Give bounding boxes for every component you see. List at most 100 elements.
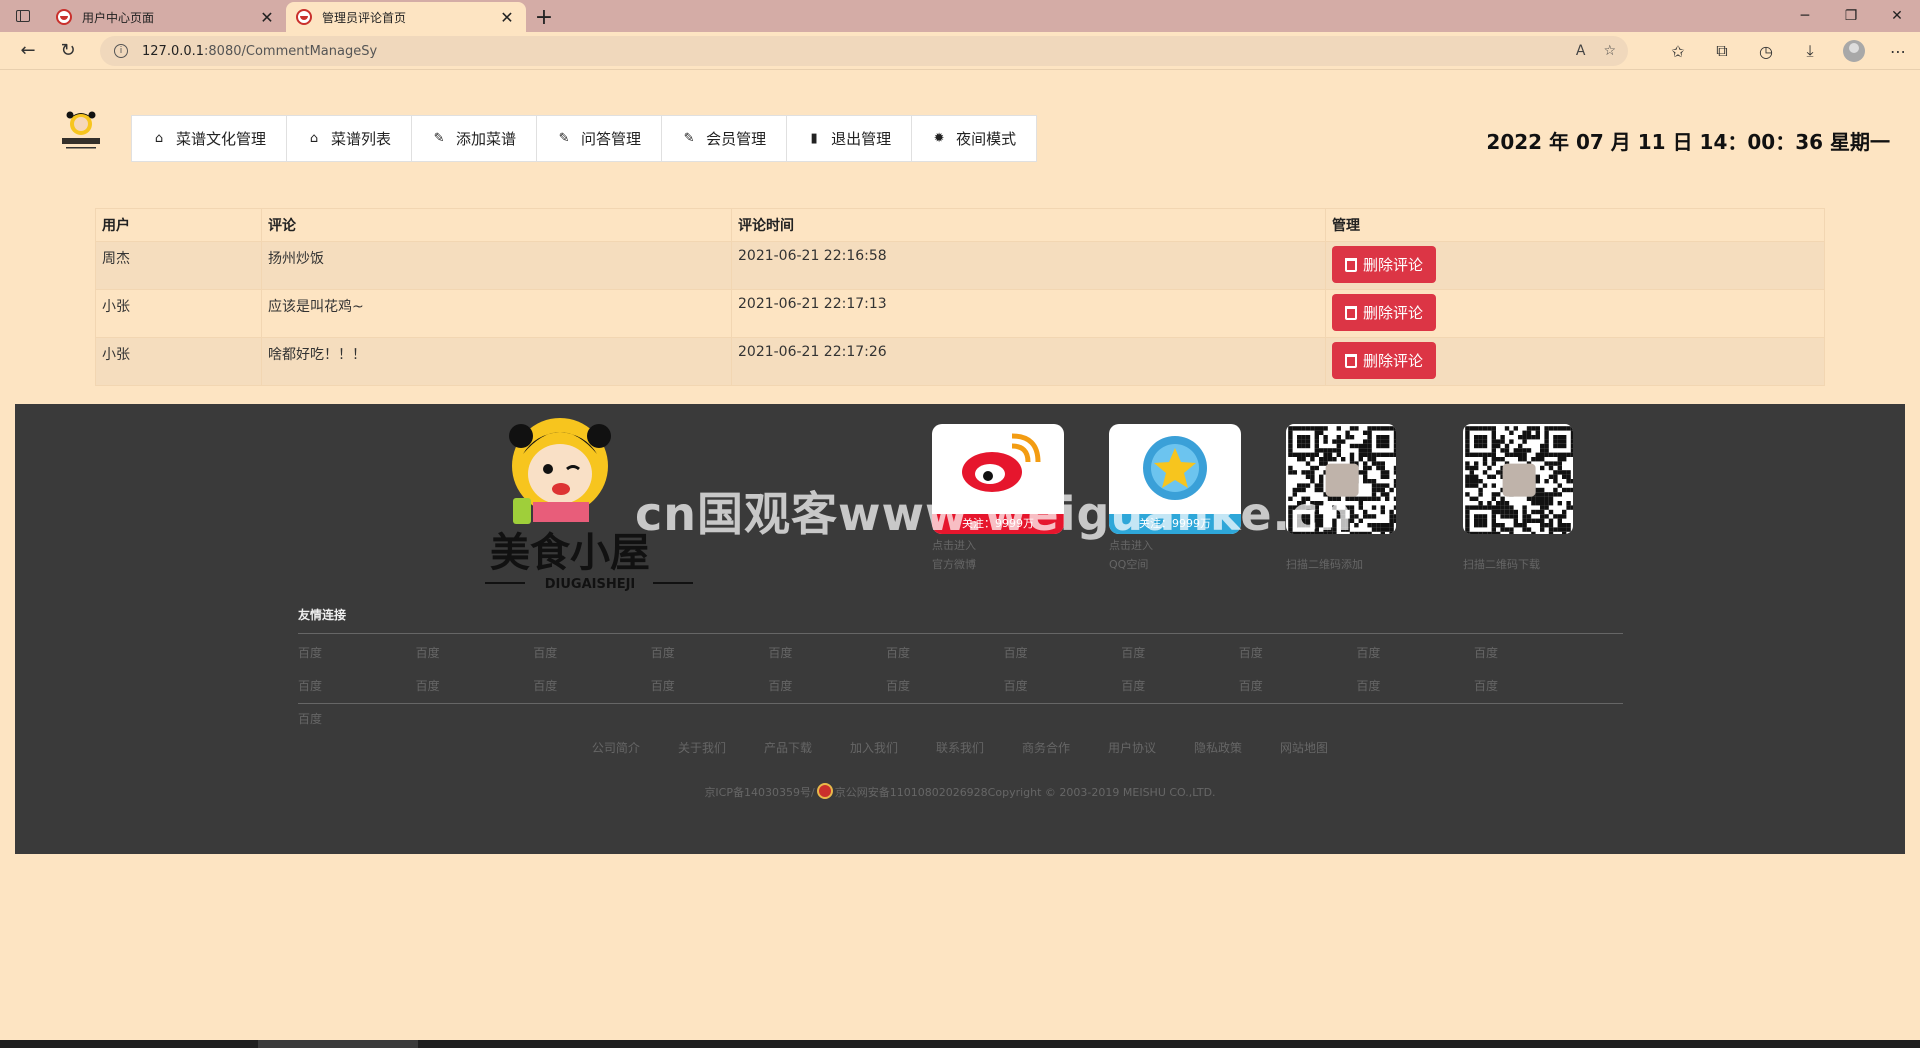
nav-item-label: 问答管理 [581, 130, 642, 148]
site-logo-icon[interactable] [58, 108, 104, 152]
footer-nav-link[interactable]: 网站地图 [1280, 741, 1328, 755]
nav-item-6[interactable]: ✹ 夜间模式 [911, 115, 1038, 162]
friend-link[interactable]: 百度 [651, 677, 675, 694]
add-favorite-icon[interactable]: ☆ [1603, 43, 1616, 59]
cell-time: 2021-06-21 22:17:13 [731, 289, 1326, 338]
friend-link[interactable]: 百度 [886, 677, 910, 694]
table-row: 周杰 扬州炒饭 2021-06-21 22:16:58 删除评论 [95, 241, 1825, 290]
nav-item-label: 会员管理 [706, 130, 767, 148]
profile-avatar-icon[interactable] [1843, 40, 1865, 62]
nav-item-3[interactable]: ✎ 问答管理 [536, 115, 663, 162]
qr-caption-add: 扫描二维码添加 [1286, 558, 1363, 571]
nav-item-label: 夜间模式 [956, 130, 1017, 148]
weibo-line2: 官方微博 [932, 558, 976, 571]
friend-link[interactable]: 百度 [1239, 644, 1263, 661]
copyright-text: 京公网安备11010802026928Copyright © 2003-2019… [834, 786, 1216, 799]
friend-link[interactable]: 百度 [298, 677, 322, 694]
footer-nav-link[interactable]: 加入我们 [850, 741, 898, 755]
friend-link[interactable]: 百度 [768, 677, 792, 694]
cell-comment: 扬州炒饭 [261, 241, 732, 290]
tab-title: 管理员评论首页 [322, 10, 407, 25]
main-nav: ⌂ 菜谱文化管理 ⌂ 菜谱列表 ✎ 添加菜谱 ✎ 问答管理 ✎ 会员管理 ▮ 退出管理 ✹ 夜间模式 [131, 115, 1038, 162]
read-aloud-icon[interactable]: A [1576, 43, 1586, 59]
delete-comment-button[interactable]: 删除评论 [1332, 246, 1437, 283]
tab-actions-icon[interactable] [0, 0, 46, 32]
friend-link[interactable]: 百度 [1474, 644, 1498, 661]
pencil-icon: ✎ [433, 131, 445, 146]
divider [298, 633, 1623, 634]
footer-nav-link[interactable]: 产品下载 [764, 741, 812, 755]
restore-icon[interactable]: ❐ [1828, 0, 1874, 32]
footer-nav-link[interactable]: 公司简介 [592, 741, 640, 755]
friend-link[interactable]: 百度 [1239, 677, 1263, 694]
table-header-row: 用户 评论 评论时间 管理 [95, 208, 1825, 242]
refresh-icon[interactable]: ↻ [48, 32, 88, 70]
site-info-icon[interactable]: i [114, 44, 128, 58]
home-icon: ⌂ [309, 131, 319, 146]
friend-link[interactable]: 百度 [1121, 677, 1145, 694]
home-icon: ⌂ [154, 131, 164, 146]
close-window-icon[interactable]: ✕ [1874, 0, 1920, 32]
pencil-icon: ✎ [558, 131, 570, 146]
friend-link[interactable]: 百度 [1121, 644, 1145, 661]
url-input[interactable]: i 127.0.0.1:8080/CommentManageSy A ☆ [100, 36, 1628, 66]
friend-link[interactable]: 百度 [1356, 644, 1380, 661]
browser-tab-comment-admin[interactable]: 管理员评论首页 ✕ [286, 2, 526, 32]
nav-item-2[interactable]: ✎ 添加菜谱 [411, 115, 538, 162]
qq-line2: QQ空间 [1109, 558, 1149, 571]
browser-tab-bar: 用户中心页面 ✕ 管理员评论首页 ✕ + ─ ❐ ✕ [0, 0, 1920, 32]
browser-tab-user-center[interactable]: 用户中心页面 ✕ [46, 2, 286, 32]
nav-item-label: 菜谱文化管理 [176, 130, 267, 148]
footer-nav-link[interactable]: 关于我们 [678, 741, 726, 755]
cell-user: 周杰 [95, 241, 262, 290]
logo-text: 美食小屋 [490, 529, 650, 576]
friend-link[interactable]: 百度 [768, 644, 792, 661]
delete-comment-label: 删除评论 [1363, 257, 1424, 274]
divider [298, 703, 1623, 704]
friend-link[interactable]: 百度 [533, 644, 557, 661]
favorites-icon[interactable]: ✩ [1656, 42, 1700, 61]
nav-item-0[interactable]: ⌂ 菜谱文化管理 [131, 115, 288, 162]
friend-link[interactable]: 百度 [1004, 677, 1028, 694]
header-manage: 管理 [1325, 208, 1825, 242]
logo-subtext: DIUGAISHEJI [545, 577, 636, 592]
trash-icon [1345, 353, 1357, 368]
friend-link[interactable]: 百度 [1004, 644, 1028, 661]
friend-link[interactable]: 百度 [298, 710, 322, 727]
header-user: 用户 [95, 208, 262, 242]
footer-nav-link[interactable]: 隐私政策 [1194, 741, 1242, 755]
delete-comment-button[interactable]: 删除评论 [1332, 294, 1437, 331]
friend-link[interactable]: 百度 [298, 644, 322, 661]
friend-link[interactable]: 百度 [416, 677, 440, 694]
tab-title: 用户中心页面 [82, 10, 155, 25]
new-tab-icon[interactable]: + [526, 2, 562, 32]
site-favicon-icon [296, 9, 312, 25]
collections-icon[interactable]: ⧉ [1700, 41, 1744, 61]
downloads-icon[interactable]: ⤓ [1788, 41, 1832, 61]
more-menu-icon[interactable]: ⋯ [1876, 42, 1920, 61]
friend-link[interactable]: 百度 [1474, 677, 1498, 694]
friend-link[interactable]: 百度 [416, 644, 440, 661]
nav-item-4[interactable]: ✎ 会员管理 [661, 115, 788, 162]
close-tab-icon[interactable]: ✕ [258, 8, 276, 27]
delete-comment-button[interactable]: 删除评论 [1332, 342, 1437, 379]
friend-link[interactable]: 百度 [533, 677, 557, 694]
close-tab-icon[interactable]: ✕ [498, 8, 516, 27]
friend-link[interactable]: 百度 [651, 644, 675, 661]
friend-link[interactable]: 百度 [1356, 677, 1380, 694]
header-time: 评论时间 [731, 208, 1326, 242]
friend-links-title: 友情连接 [298, 608, 347, 622]
nav-item-5[interactable]: ▮ 退出管理 [786, 115, 913, 162]
footer-nav-link[interactable]: 联系我们 [936, 741, 984, 755]
nav-item-label: 添加菜谱 [456, 130, 517, 148]
delete-comment-label: 删除评论 [1363, 305, 1424, 322]
footer-nav-link[interactable]: 商务合作 [1022, 741, 1070, 755]
site-favicon-icon [56, 9, 72, 25]
minimize-icon[interactable]: ─ [1782, 0, 1828, 32]
friend-link[interactable]: 百度 [886, 644, 910, 661]
history-icon[interactable]: ◷ [1744, 42, 1788, 61]
qr-code-download: 扫描二维码下载 [1463, 424, 1573, 572]
back-icon[interactable]: ← [8, 32, 48, 70]
footer-nav-link[interactable]: 用户协议 [1108, 741, 1156, 755]
nav-item-1[interactable]: ⌂ 菜谱列表 [286, 115, 413, 162]
